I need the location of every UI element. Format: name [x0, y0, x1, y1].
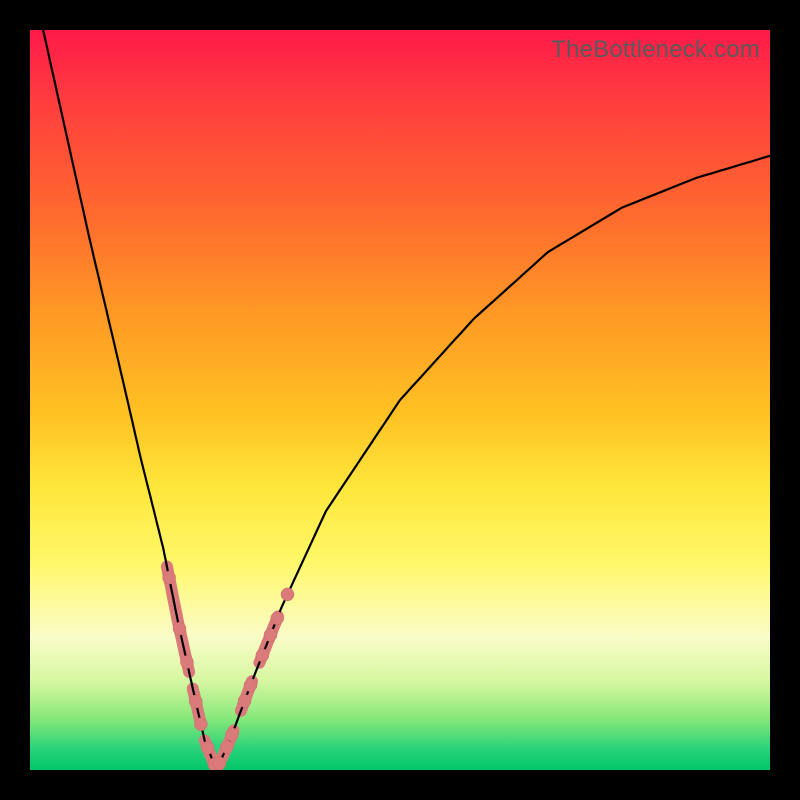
highlight-dot: [163, 571, 176, 584]
highlight-segments: [167, 567, 278, 771]
highlight-dot: [201, 741, 214, 754]
chart-frame: TheBottleneck.com: [0, 0, 800, 800]
highlight-dot: [264, 629, 277, 642]
highlight-dot: [244, 679, 257, 692]
highlight-dot: [189, 695, 202, 708]
curve-svg: [30, 30, 770, 770]
highlight-dot: [226, 728, 239, 741]
plot-area: TheBottleneck.com: [30, 30, 770, 770]
bottleneck-curve: [30, 30, 770, 770]
highlight-dot: [281, 588, 294, 601]
highlight-dot: [256, 649, 269, 662]
highlight-dot: [220, 741, 233, 754]
highlight-dot: [238, 694, 251, 707]
highlight-dot: [271, 612, 284, 625]
highlight-dot: [173, 622, 186, 635]
highlight-dot: [180, 656, 193, 669]
highlight-dot: [213, 757, 226, 770]
highlight-dot: [194, 718, 207, 731]
